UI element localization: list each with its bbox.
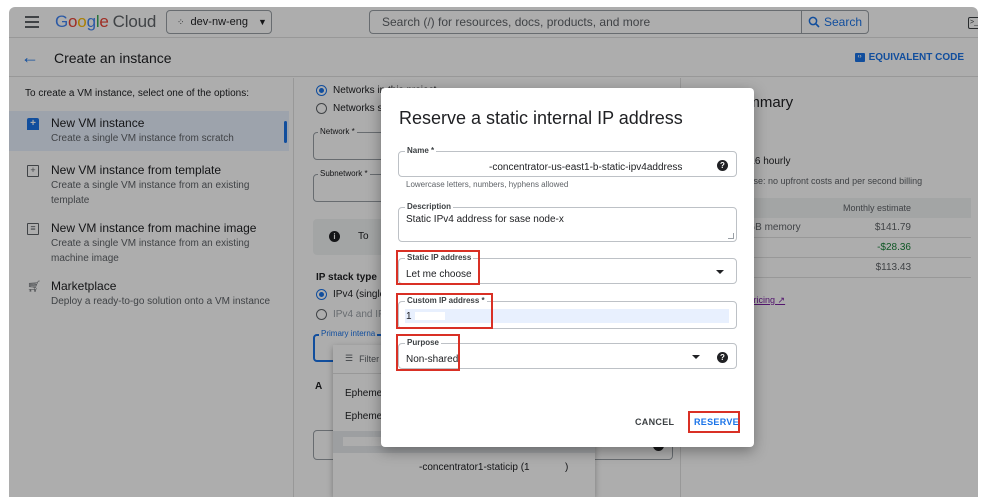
resize-handle-icon[interactable] (728, 233, 734, 239)
reserve-ip-dialog: Reserve a static internal IP address Nam… (381, 88, 754, 447)
redacted (406, 163, 486, 171)
name-hint: Lowercase letters, numbers, hyphens allo… (406, 180, 569, 189)
help-icon[interactable]: ? (717, 160, 728, 171)
name-input[interactable]: Name * -concentrator-us-east1-b-static-i… (398, 146, 737, 177)
name-value: -concentrator-us-east1-b-static-ipv4addr… (489, 162, 683, 173)
help-icon[interactable]: ? (717, 352, 728, 363)
field-label: Description (405, 202, 454, 211)
highlight-box (396, 334, 460, 371)
field-label: Name * (405, 146, 437, 155)
highlight-box (396, 293, 493, 329)
dropdown-caret-icon (716, 270, 724, 274)
description-value: Static IPv4 address for sase node-x (406, 214, 564, 225)
highlight-box (396, 250, 480, 285)
cancel-button[interactable]: CANCEL (635, 417, 674, 427)
dialog-title: Reserve a static internal IP address (399, 108, 683, 128)
description-textarea[interactable]: Description Static IPv4 address for sase… (398, 202, 737, 242)
dropdown-caret-icon (692, 355, 700, 359)
reserve-button[interactable]: RESERVE (694, 417, 739, 427)
